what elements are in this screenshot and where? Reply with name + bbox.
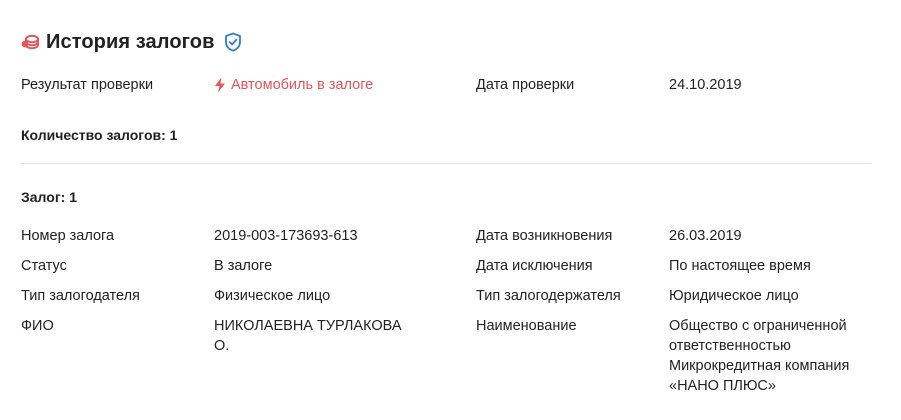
pledgor-type-value: Физическое лицо — [214, 288, 331, 304]
pledgee-type-value: Юридическое лицо — [669, 288, 799, 304]
exclusion-date-label: Дата исключения — [476, 258, 593, 274]
check-date-value: 24.10.2019 — [669, 77, 742, 93]
full-name-value: НИКОЛАЕВНА ТУРЛАКОВА О. — [214, 318, 402, 354]
status-value: В залоге — [214, 258, 273, 274]
organization-name-value: Общество с ограниченной ответственностью… — [669, 318, 850, 394]
origin-date-label: Дата возникновения — [476, 228, 613, 244]
full-name-label: ФИО — [21, 318, 54, 334]
pledge-number-label: Номер залога — [21, 228, 115, 244]
result-value: Автомобиль в залоге — [214, 75, 434, 95]
page-title: История залогов — [46, 30, 215, 53]
section-header: История залогов — [21, 29, 242, 55]
divider — [21, 163, 871, 164]
lightning-icon — [214, 77, 226, 93]
status-label: Статус — [21, 258, 67, 274]
shield-check-icon[interactable] — [224, 32, 242, 52]
pledge-heading: Залог: 1 — [21, 189, 77, 205]
pledgor-type-label: Тип залогодателя — [21, 288, 140, 304]
pledge-count: Количество залогов: 1 — [21, 127, 178, 143]
origin-date-value: 26.03.2019 — [669, 228, 742, 244]
exclusion-date-value: По настоящее время — [669, 258, 811, 274]
coins-icon — [21, 33, 39, 51]
result-value-text: Автомобиль в залоге — [231, 77, 374, 93]
pledgee-type-label: Тип залогодержателя — [476, 288, 621, 304]
pledge-number-value: 2019-003-173693-613 — [214, 228, 358, 244]
organization-name-label: Наименование — [476, 318, 577, 334]
result-label: Результат проверки — [21, 77, 154, 93]
check-date-label: Дата проверки — [476, 77, 575, 93]
